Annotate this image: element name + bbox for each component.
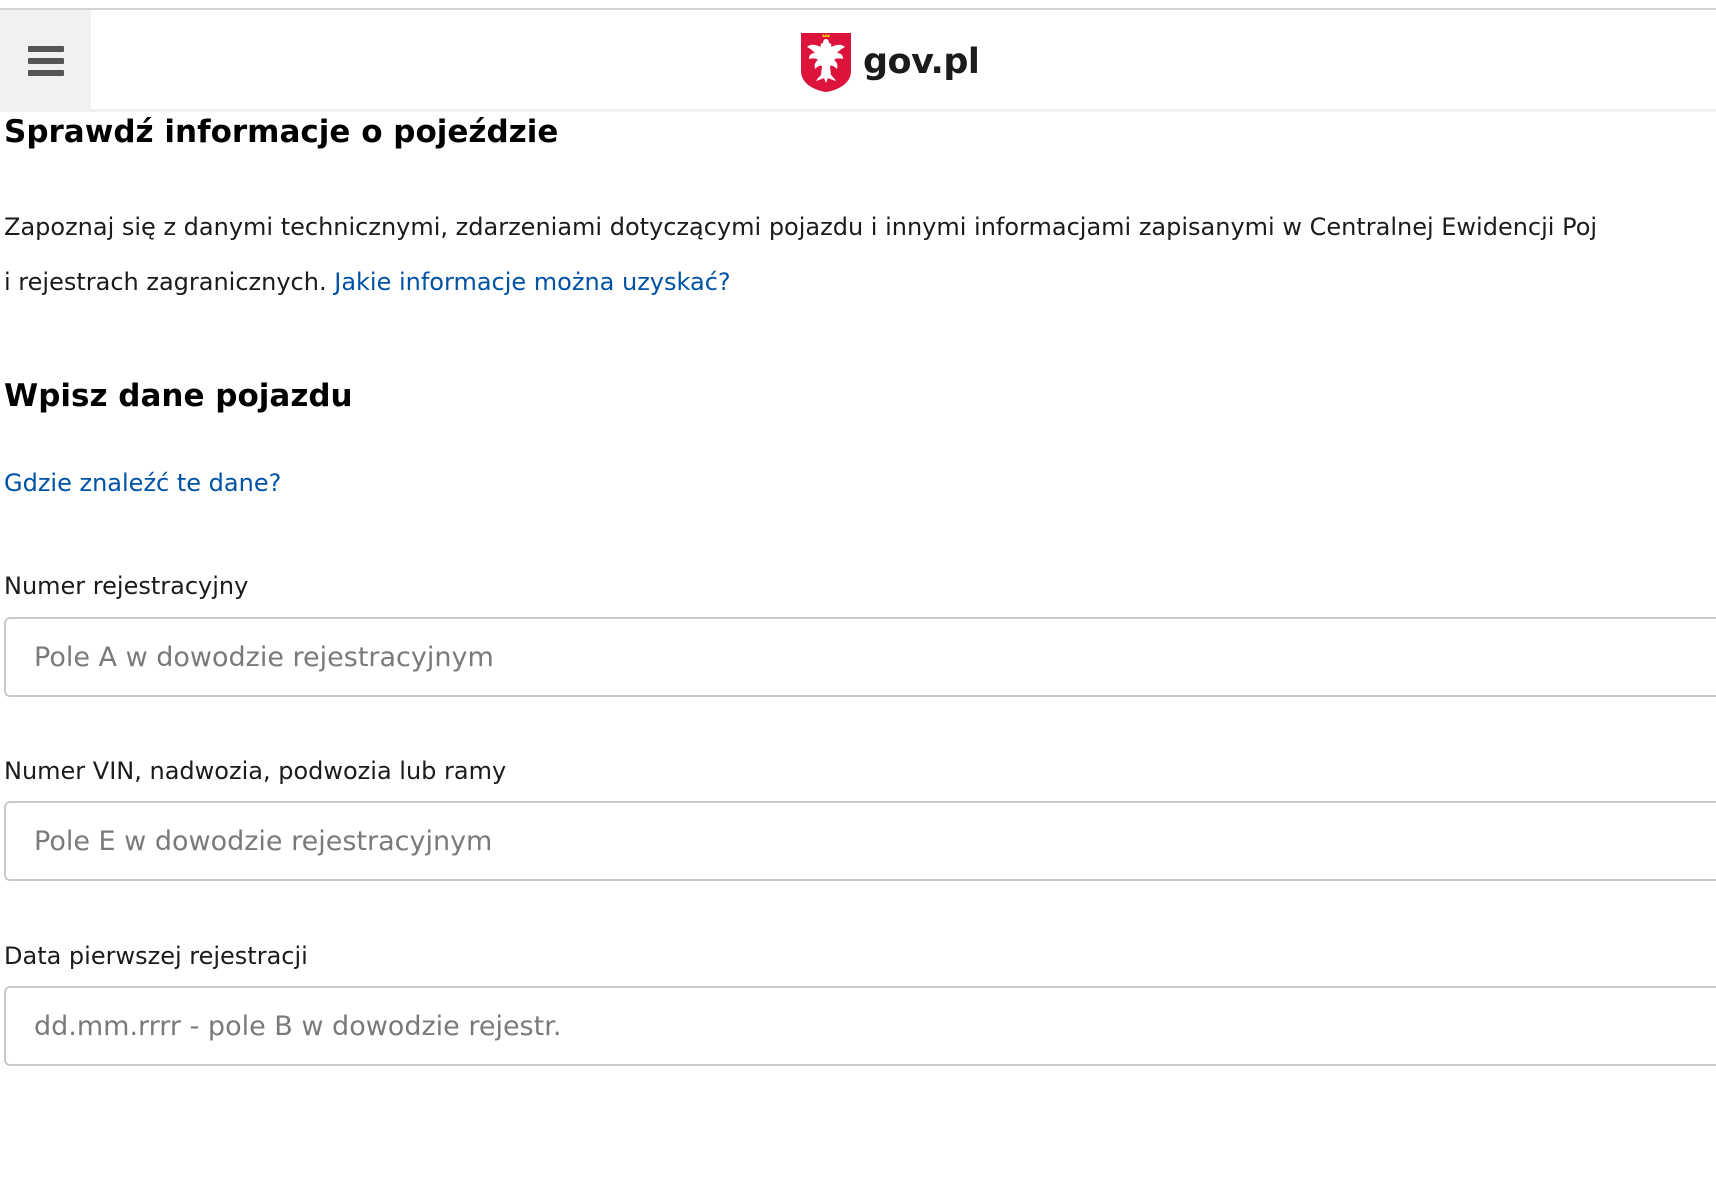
gov-pl-logo[interactable]: gov.pl	[799, 31, 980, 93]
vin-number-input[interactable]	[4, 801, 1716, 881]
vin-number-label: Numer VIN, nadwozia, podwozia lub ramy	[4, 757, 507, 785]
menu-button[interactable]	[0, 10, 91, 112]
intro-line-1: Zapoznaj się z danymi technicznymi, zdar…	[4, 213, 1598, 241]
hamburger-menu-icon	[27, 46, 64, 76]
intro-line-2: i rejestrach zagranicznych. Jakie inform…	[4, 255, 1716, 310]
site-header: gov.pl	[0, 10, 1716, 112]
available-info-link[interactable]: Jakie informacje można uzyskać?	[334, 268, 730, 296]
registration-number-input[interactable]	[4, 617, 1716, 697]
intro-text: Zapoznaj się z danymi technicznymi, zdar…	[4, 200, 1716, 310]
first-registration-date-input[interactable]	[4, 986, 1716, 1066]
polish-eagle-emblem-icon	[801, 33, 851, 92]
logo-text: gov.pl	[863, 42, 980, 82]
intro-line-2-text: i rejestrach zagranicznych.	[4, 268, 327, 296]
first-registration-date-label: Data pierwszej rejestracji	[4, 942, 308, 970]
registration-number-label: Numer rejestracyjny	[4, 572, 249, 600]
where-to-find-data-link[interactable]: Gdzie znaleźć te dane?	[4, 469, 281, 497]
form-section-title: Wpisz dane pojazdu	[4, 378, 353, 414]
page-title: Sprawdź informacje o pojeździe	[4, 114, 559, 150]
